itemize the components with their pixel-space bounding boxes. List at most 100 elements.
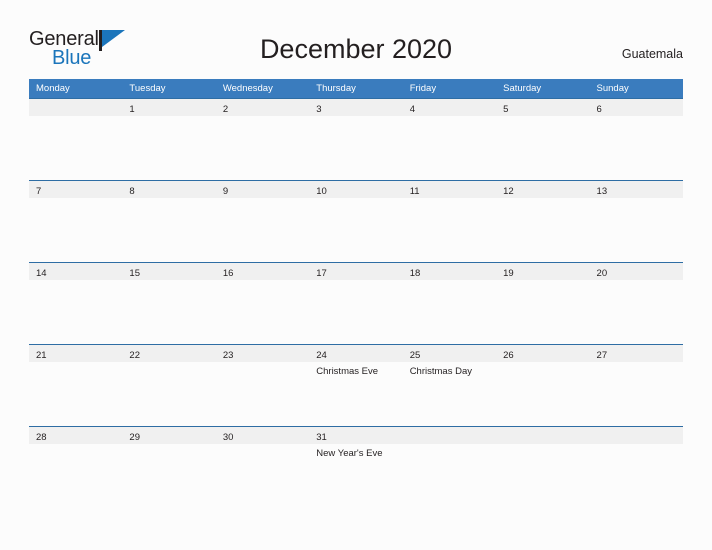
holiday-label: New Year's Eve	[316, 448, 383, 459]
day-number-band: 6	[589, 99, 683, 116]
day-cell-inner	[589, 427, 683, 508]
calendar-day-cell[interactable]: 5	[496, 98, 590, 181]
calendar-day-cell[interactable]: 2	[215, 98, 310, 181]
day-cell-inner: 5	[496, 99, 590, 180]
day-number-band: 11	[402, 181, 497, 198]
page-title: December 2020	[259, 34, 453, 64]
day-events	[496, 198, 589, 202]
holiday-label: Christmas Day	[409, 366, 472, 377]
day-number: 5	[503, 104, 509, 115]
day-events	[29, 198, 122, 202]
day-number: 1	[129, 104, 135, 115]
day-number: 31	[316, 432, 327, 443]
day-number-band: 4	[402, 99, 497, 116]
day-number: 14	[36, 268, 47, 279]
calendar-day-cell[interactable]: 15	[122, 262, 216, 345]
calendar-day-cell[interactable]: 6	[589, 98, 683, 181]
calendar-day-cell[interactable]: 21	[29, 344, 123, 427]
day-number-band: 12	[496, 181, 590, 198]
day-events	[403, 116, 496, 120]
calendar-day-cell[interactable]: 28	[29, 426, 123, 508]
day-number: 12	[503, 186, 514, 197]
day-cell-inner: 29	[122, 427, 216, 508]
day-number: 7	[36, 186, 42, 197]
day-number-band: 28	[29, 427, 123, 444]
calendar-day-cell[interactable]: 8	[122, 180, 216, 263]
calendar-day-cell[interactable]: 4	[402, 98, 497, 181]
day-cell-inner: 21	[29, 345, 123, 426]
calendar-day-cell[interactable]: 22	[122, 344, 216, 427]
day-events	[496, 116, 589, 120]
day-cell-inner: 19	[496, 263, 590, 344]
day-number-band: 25	[402, 345, 497, 362]
calendar-day-cell[interactable]: 23	[215, 344, 310, 427]
weekday-header-friday: Friday	[402, 79, 497, 99]
day-number: 16	[222, 268, 234, 279]
calendar-week-row: 21 22 23 24 Christmas Eve 25 Christmas Day 26 27	[29, 344, 683, 427]
day-cell-inner: 9	[215, 181, 310, 262]
day-events	[29, 280, 122, 284]
calendar-day-cell[interactable]: 10	[309, 180, 403, 263]
calendar-day-cell-empty[interactable]	[496, 426, 590, 508]
day-number-band: 18	[402, 263, 497, 280]
day-events	[122, 116, 215, 120]
day-number-band: 3	[309, 99, 403, 116]
calendar-day-cell[interactable]: 24 Christmas Eve	[309, 344, 403, 427]
day-events	[29, 362, 122, 366]
day-number-band	[402, 427, 497, 444]
calendar-day-cell[interactable]: 31 New Year's Eve	[309, 426, 403, 508]
page-header: General Blue December 2020 Guatemala	[0, 0, 712, 78]
calendar-day-cell[interactable]: 19	[496, 262, 590, 345]
day-number-band: 22	[122, 345, 216, 362]
calendar-day-cell[interactable]: 11	[402, 180, 497, 263]
calendar-day-cell[interactable]: 27	[589, 344, 683, 427]
calendar-week-row: 28 29 30 31 New Year's Eve	[29, 426, 683, 508]
day-number-band: 13	[589, 181, 683, 198]
day-number-band: 17	[309, 263, 403, 280]
day-cell-inner: 31 New Year's Eve	[309, 427, 403, 508]
day-number: 9	[222, 186, 229, 197]
calendar-day-cell[interactable]: 7	[29, 180, 123, 263]
calendar-day-cell[interactable]: 26	[496, 344, 590, 427]
calendar-day-cell[interactable]: 29	[122, 426, 216, 508]
day-cell-inner: 11	[402, 181, 497, 262]
day-number: 30	[222, 432, 234, 443]
calendar-day-cell[interactable]: 14	[29, 262, 123, 345]
day-number: 13	[596, 186, 608, 197]
calendar-day-cell[interactable]: 17	[309, 262, 403, 345]
calendar-day-cell[interactable]: 25 Christmas Day	[402, 344, 497, 427]
day-events	[122, 444, 215, 448]
day-number: 10	[316, 186, 327, 197]
calendar-day-cell[interactable]: 12	[496, 180, 590, 263]
day-number-band	[589, 427, 683, 444]
day-events	[590, 444, 683, 448]
weekday-header-sunday: Sunday	[589, 79, 683, 99]
day-events	[216, 280, 309, 284]
day-number-band: 14	[29, 263, 123, 280]
calendar-day-cell[interactable]: 1	[122, 98, 216, 181]
day-cell-inner: 24 Christmas Eve	[309, 345, 403, 426]
day-number-band: 24	[309, 345, 403, 362]
day-cell-inner: 3	[309, 99, 403, 180]
calendar-day-cell[interactable]: 3	[309, 98, 403, 181]
calendar-day-cell[interactable]: 13	[589, 180, 683, 263]
calendar-week-row: 7 8 9 10 11 12 13	[29, 180, 683, 263]
calendar-day-cell-empty[interactable]	[402, 426, 497, 508]
calendar-day-cell[interactable]: 20	[589, 262, 683, 345]
day-events	[496, 362, 589, 366]
calendar-day-cell[interactable]: 18	[402, 262, 497, 345]
day-cell-inner: 17	[309, 263, 403, 344]
calendar-day-cell-empty[interactable]	[589, 426, 683, 508]
day-events	[496, 444, 589, 448]
calendar-day-cell[interactable]: 30	[215, 426, 310, 508]
day-number-band: 19	[496, 263, 590, 280]
calendar-day-cell-empty[interactable]	[29, 98, 123, 181]
day-number-band: 31	[309, 427, 403, 444]
day-number-band	[29, 99, 123, 116]
day-events	[309, 198, 402, 202]
calendar-day-cell[interactable]: 16	[215, 262, 310, 345]
day-events	[309, 280, 402, 284]
day-number: 29	[129, 432, 140, 443]
calendar-day-cell[interactable]: 9	[215, 180, 310, 263]
day-events	[403, 280, 496, 284]
